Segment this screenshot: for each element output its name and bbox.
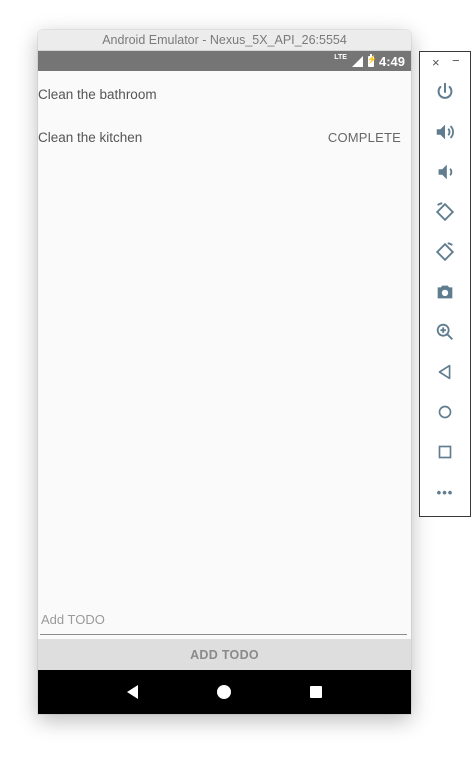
overview-button[interactable] [420,437,470,467]
todo-text: Clean the kitchen [38,130,143,145]
close-icon[interactable]: × [432,55,440,70]
back-button[interactable] [420,357,470,387]
android-nav-bar [38,670,411,714]
clock: 4:49 [378,53,405,69]
zoom-button[interactable] [420,317,470,347]
volume-down-button[interactable] [420,157,470,187]
nav-recents-icon[interactable] [309,686,322,698]
nav-back-icon[interactable] [127,685,139,699]
todo-item: Clean the kitchen COMPLETE [38,127,411,149]
more-icon: ••• [436,484,454,500]
camera-icon [437,285,453,299]
volume-up-icon [436,124,454,140]
screenshot-button[interactable] [420,277,470,307]
rotate-left-button[interactable] [420,197,470,227]
rotate-left-icon [435,202,455,222]
todo-screen: Clean the bathroom Clean the kitchen COM… [38,71,411,610]
battery-charging-icon [367,53,377,67]
volume-down-icon [438,164,453,180]
lte-label: LTE [334,53,347,61]
todo-text: Clean the bathroom [38,87,157,102]
power-button[interactable] [420,77,470,107]
home-icon [438,405,452,419]
nav-home-icon[interactable] [216,685,231,699]
add-todo-input[interactable] [40,604,407,635]
zoom-icon [436,323,453,340]
rotate-right-button[interactable] [420,237,470,267]
window-title: Android Emulator - Nexus_5X_API_26:5554 [38,30,411,51]
back-icon [438,364,451,380]
emulator-toolbar: × − ••• [419,51,471,517]
signal-icon [351,55,363,67]
minimize-icon[interactable]: − [452,53,460,68]
add-todo-button[interactable]: ADD TODO [38,639,411,670]
volume-up-button[interactable] [420,117,470,147]
power-icon [437,82,453,99]
home-button[interactable] [420,397,470,427]
more-button[interactable]: ••• [420,477,470,507]
complete-button[interactable]: COMPLETE [328,127,401,149]
emulator-window: Android Emulator - Nexus_5X_API_26:5554 … [38,30,411,714]
overview-icon [438,445,452,459]
android-status-bar: LTE 4:49 [38,51,411,71]
todo-item: Clean the bathroom [38,84,411,106]
rotate-right-icon [435,242,455,262]
